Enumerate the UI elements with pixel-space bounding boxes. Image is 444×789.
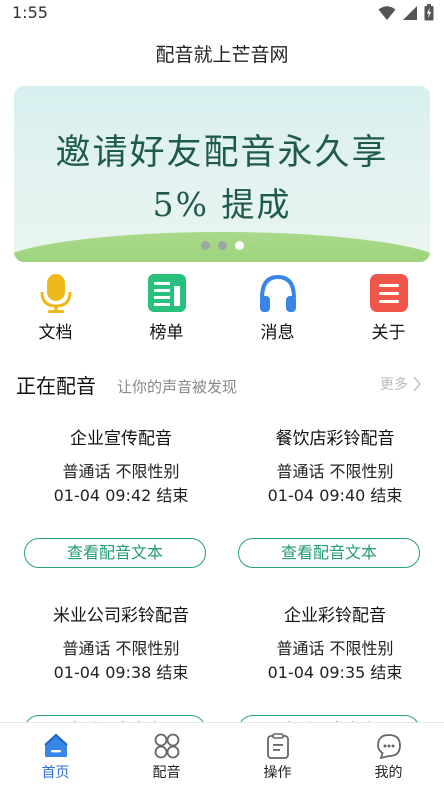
banner-dot[interactable] <box>217 241 227 250</box>
bottom-nav-label: 首页 <box>41 765 70 781</box>
document-list-icon <box>146 272 188 314</box>
wifi-icon <box>378 5 396 20</box>
dubbing-card[interactable]: 企业宣传配音 普通话 不限性别 01-04 09:42 结束 查看配音文本 <box>24 424 216 568</box>
more-label: 更多 <box>380 377 408 393</box>
status-icons <box>378 4 434 21</box>
bottom-nav-home[interactable]: 首页 <box>0 723 111 789</box>
dubbing-card[interactable]: 企业彩铃配音 普通话 不限性别 01-04 09:35 结束 查看配音文本 <box>238 601 430 745</box>
dubbing-card[interactable]: 餐饮店彩铃配音 普通话 不限性别 01-04 09:40 结束 查看配音文本 <box>238 424 430 568</box>
card-language-gender: 普通话 不限性别 <box>62 462 180 481</box>
card-deadline: 01-04 09:38 结束 <box>53 663 189 682</box>
signal-icon <box>403 5 417 20</box>
battery-icon <box>424 4 434 21</box>
chat-icon <box>376 734 401 760</box>
status-bar: 1:55 <box>0 0 444 26</box>
quick-nav-messages[interactable]: 消息 <box>222 272 333 343</box>
bottom-nav-label: 配音 <box>152 765 181 781</box>
more-link[interactable]: 更多 <box>380 374 422 394</box>
clipboard-icon <box>266 733 289 759</box>
banner-pagination <box>14 241 430 250</box>
dubbing-card[interactable]: 米业公司彩铃配音 普通话 不限性别 01-04 09:38 结束 查看配音文本 <box>24 601 216 745</box>
home-icon <box>43 733 68 757</box>
banner-dot-active[interactable] <box>234 241 244 250</box>
card-language-gender: 普通话 不限性别 <box>276 639 394 658</box>
card-title: 企业彩铃配音 <box>284 606 386 626</box>
chevron-right-icon <box>413 376 422 392</box>
section-title: 正在配音 <box>16 374 96 398</box>
view-script-button[interactable]: 查看配音文本 <box>24 538 206 568</box>
promo-banner[interactable]: 邀请好友配音永久享 5% 提成 <box>14 86 430 262</box>
app-title: 配音就上芒音网 <box>155 44 289 66</box>
banner-subheadline: 5% 提成 <box>152 185 292 224</box>
view-script-button[interactable]: 查看配音文本 <box>238 538 420 568</box>
bottom-nav: 首页 配音 操作 我的 <box>0 722 444 789</box>
quick-nav-docs[interactable]: 文档 <box>0 272 111 343</box>
bottom-nav-dubbing[interactable]: 配音 <box>111 723 222 789</box>
card-language-gender: 普通话 不限性别 <box>62 639 180 658</box>
card-deadline: 01-04 09:42 结束 <box>53 486 189 505</box>
grid-icon <box>154 733 179 759</box>
bottom-nav-profile[interactable]: 我的 <box>333 723 444 789</box>
bottom-nav-label: 我的 <box>374 765 403 781</box>
list-icon <box>368 272 410 314</box>
bottom-nav-label: 操作 <box>263 765 292 781</box>
banner-headline: 邀请好友配音永久享 <box>55 133 389 173</box>
card-deadline: 01-04 09:35 结束 <box>267 663 403 682</box>
card-title: 企业宣传配音 <box>70 429 172 449</box>
microphone-icon <box>35 272 77 314</box>
card-title: 餐饮店彩铃配音 <box>275 429 395 449</box>
quick-nav-about[interactable]: 关于 <box>333 272 444 343</box>
quick-nav-label: 消息 <box>260 323 295 343</box>
section-subtitle: 让你的声音被发现 <box>117 378 238 396</box>
quick-nav-label: 文档 <box>38 323 73 343</box>
bottom-nav-operations[interactable]: 操作 <box>222 723 333 789</box>
status-time: 1:55 <box>12 3 48 22</box>
card-deadline: 01-04 09:40 结束 <box>267 486 403 505</box>
section-header: 正在配音 让你的声音被发现 更多 <box>16 370 428 400</box>
card-language-gender: 普通话 不限性别 <box>276 462 394 481</box>
banner-dot[interactable] <box>200 241 210 250</box>
headphones-icon <box>257 272 299 314</box>
quick-nav: 文档 榜单 消息 关于 <box>0 272 444 343</box>
quick-nav-label: 关于 <box>371 323 406 343</box>
quick-nav-label: 榜单 <box>149 323 184 343</box>
card-title: 米业公司彩铃配音 <box>53 606 189 626</box>
quick-nav-ranking[interactable]: 榜单 <box>111 272 222 343</box>
